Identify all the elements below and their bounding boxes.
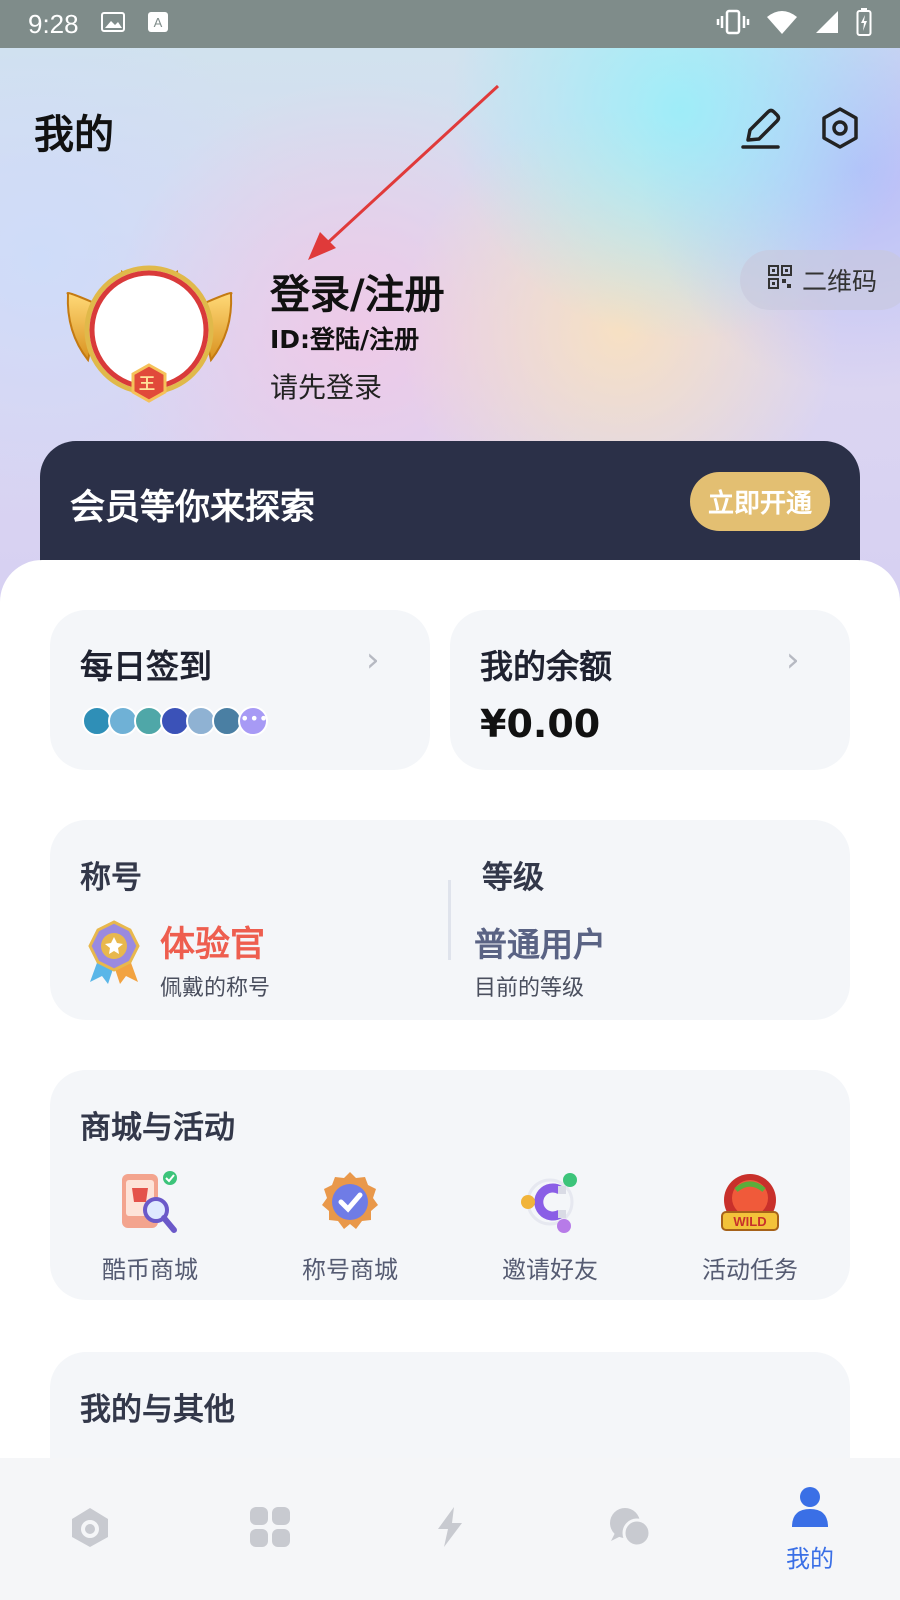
- title-level-card: 称号 体验官 佩戴的称号 等级 普通用户 目前的等级: [50, 820, 850, 1020]
- battery-icon: [856, 8, 872, 40]
- settings-gear-icon[interactable]: [818, 106, 862, 150]
- status-time: 9:28: [28, 8, 79, 39]
- home-location-icon: [68, 1505, 112, 1553]
- status-bar: 9:28 A: [0, 0, 900, 48]
- user-id-text: ID:登陆/注册: [270, 325, 420, 354]
- login-hint-text: 请先登录: [270, 371, 383, 404]
- others-section-title: 我的与其他: [80, 1392, 235, 1428]
- avatar-rank-badge: 王: [139, 374, 156, 393]
- avatar[interactable]: 王: [62, 262, 237, 407]
- tab-mine[interactable]: 我的: [720, 1458, 900, 1600]
- level-section-label: 等级: [482, 860, 544, 896]
- signal-icon: [814, 9, 840, 39]
- balance-amount: ¥0.00: [480, 702, 601, 746]
- page-title: 我的: [34, 112, 114, 158]
- card-divider: [448, 880, 451, 960]
- mall-section-title: 商城与活动: [80, 1110, 235, 1146]
- checkin-avatars: •••: [82, 706, 268, 736]
- title-section-label: 称号: [80, 860, 142, 896]
- gallery-notification-icon: [100, 11, 125, 37]
- mall-item-label: 称号商城: [302, 1256, 398, 1284]
- lightning-icon: [428, 1505, 472, 1553]
- login-register-link[interactable]: 登录/注册: [270, 262, 445, 320]
- vip-activate-button[interactable]: 立即开通: [690, 472, 830, 531]
- mall-activities-card: 商城与活动 酷币商城 称号商城 邀请好友 WILD 活动任务: [50, 1070, 850, 1300]
- shop-search-icon: [116, 1168, 184, 1236]
- apps-grid-icon: [248, 1505, 292, 1553]
- chat-bubbles-icon: [607, 1505, 653, 1553]
- level-value: 普通用户: [474, 925, 606, 964]
- wifi-icon: [766, 9, 798, 39]
- mall-item-label: 邀请好友: [502, 1256, 598, 1284]
- tab-mine-label: 我的: [786, 1544, 834, 1573]
- mall-item-title-shop[interactable]: 称号商城: [250, 1168, 450, 1285]
- invite-magnet-icon: [516, 1168, 584, 1236]
- tab-apps[interactable]: [180, 1458, 360, 1600]
- chevron-right-icon: ›: [366, 640, 380, 680]
- tab-flash[interactable]: [360, 1458, 540, 1600]
- balance-title: 我的余额: [480, 647, 612, 686]
- mall-item-label: 活动任务: [702, 1256, 798, 1284]
- wild-event-icon: WILD: [716, 1168, 784, 1236]
- badge-check-icon: [316, 1168, 384, 1236]
- font-notification-icon: A: [147, 11, 169, 38]
- annotation-arrow-icon: [308, 84, 500, 260]
- qr-code-button[interactable]: 二维码: [740, 250, 900, 310]
- title-value: 体验官: [160, 925, 266, 965]
- tab-home[interactable]: [0, 1458, 180, 1600]
- title-note: 佩戴的称号: [160, 976, 271, 1001]
- qr-code-icon: [768, 265, 792, 295]
- level-note: 目前的等级: [474, 976, 585, 1001]
- mall-item-label: 酷币商城: [102, 1256, 198, 1284]
- vip-banner-text: 会员等你来探索: [70, 488, 316, 528]
- tab-messages[interactable]: [540, 1458, 720, 1600]
- svg-text:WILD: WILD: [733, 1214, 766, 1229]
- mall-item-event-tasks[interactable]: WILD 活动任务: [650, 1168, 850, 1285]
- svg-text:A: A: [153, 15, 162, 30]
- mall-item-coin-shop[interactable]: 酷币商城: [50, 1168, 250, 1285]
- edit-pencil-icon[interactable]: [740, 106, 784, 150]
- daily-checkin-card[interactable]: 每日签到 › •••: [50, 610, 430, 770]
- qr-code-label: 二维码: [802, 267, 878, 296]
- main-content: 每日签到 › ••• 我的余额 › ¥0.00 称号 体验官 佩戴的称号 等级 …: [0, 560, 900, 1600]
- vibrate-icon: [716, 9, 750, 39]
- daily-checkin-title: 每日签到: [80, 647, 212, 686]
- balance-card[interactable]: 我的余额 › ¥0.00: [450, 610, 850, 770]
- mall-item-invite-friends[interactable]: 邀请好友: [450, 1168, 650, 1285]
- more-dots-icon: •••: [238, 706, 268, 736]
- user-profile-icon: [790, 1485, 830, 1533]
- bottom-tab-bar: 我的: [0, 1458, 900, 1600]
- title-medal-icon: [86, 920, 142, 990]
- chevron-right-icon: ›: [786, 640, 800, 680]
